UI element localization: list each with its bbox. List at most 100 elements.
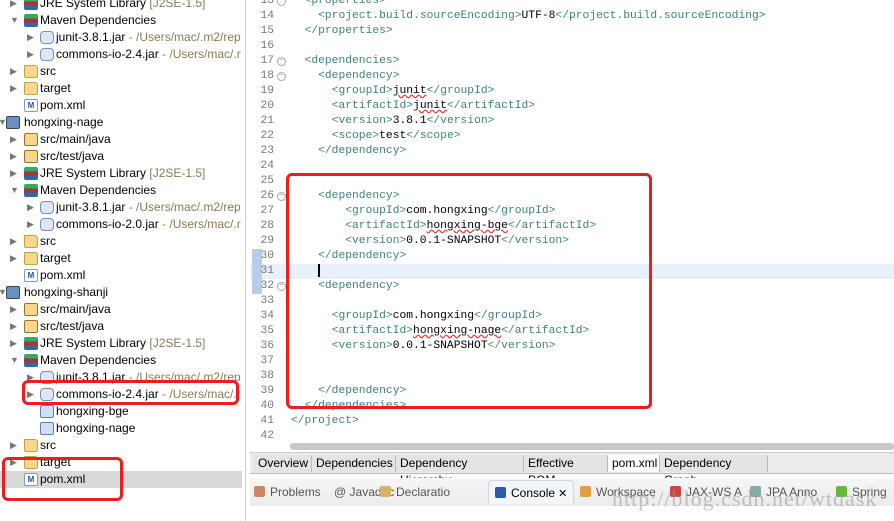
fold-toggle-icon[interactable]: − bbox=[277, 192, 286, 201]
tab-dependency-graph[interactable]: Dependency Graph bbox=[660, 455, 768, 487]
view-tab-spring[interactable]: Spring bbox=[836, 483, 887, 503]
tree-item[interactable]: ▶ commons-io-2.0.jar - /Users/mac/.r bbox=[0, 216, 242, 233]
view-tab-declaratio[interactable]: Declaratio bbox=[380, 483, 450, 503]
code-line[interactable]: 19 <groupId>junit</groupId> bbox=[250, 84, 894, 99]
code-line[interactable]: 27 <groupId>com.hongxing</groupId> bbox=[250, 204, 894, 219]
collapsed-arrow-icon[interactable]: ▶ bbox=[10, 301, 20, 318]
code-line[interactable]: 28 <artifactId>hongxing-bge</artifactId> bbox=[250, 219, 894, 234]
code-line[interactable]: 15 </properties> bbox=[250, 24, 894, 39]
tab-dependency-hierarchy[interactable]: Dependency Hierarchy bbox=[396, 455, 524, 487]
collapsed-arrow-icon[interactable]: ▶ bbox=[10, 318, 20, 335]
tree-item[interactable]: ▼ Maven Dependencies bbox=[0, 182, 242, 199]
expanded-arrow-icon[interactable]: ▼ bbox=[10, 12, 20, 29]
tree-item[interactable]: ▶ src/main/java bbox=[0, 131, 242, 148]
collapsed-arrow-icon[interactable]: ▶ bbox=[10, 80, 20, 97]
horizontal-scrollbar[interactable] bbox=[290, 443, 894, 450]
tab-dependencies[interactable]: Dependencies bbox=[312, 455, 396, 472]
tab-overview[interactable]: Overview bbox=[254, 455, 312, 472]
expanded-arrow-icon[interactable]: ▼ bbox=[10, 352, 20, 369]
tab-effective-pom[interactable]: Effective POM bbox=[524, 455, 608, 487]
tree-item[interactable]: ▼hongxing-nage bbox=[0, 114, 242, 131]
code-line[interactable]: 36 <version>0.0.1-SNAPSHOT</version> bbox=[250, 339, 894, 354]
collapsed-arrow-icon[interactable]: ▶ bbox=[27, 369, 37, 386]
tree-item[interactable]: ▼ Maven Dependencies bbox=[0, 352, 242, 369]
view-tab-workspace[interactable]: Workspace bbox=[580, 483, 656, 503]
view-tab-console[interactable]: Console ✕ bbox=[488, 480, 575, 504]
tree-item[interactable]: ▶ src/main/java bbox=[0, 301, 242, 318]
code-line[interactable]: 41 </project> bbox=[250, 414, 894, 429]
collapsed-arrow-icon[interactable]: ▶ bbox=[10, 454, 20, 471]
collapsed-arrow-icon[interactable]: ▶ bbox=[10, 165, 20, 182]
code-line[interactable]: 37 bbox=[250, 354, 894, 369]
tree-item[interactable]: Mpom.xml bbox=[0, 97, 242, 114]
tree-item[interactable]: ▶ src bbox=[0, 437, 242, 454]
code-line[interactable]: 26− <dependency> bbox=[250, 189, 894, 204]
code-line[interactable]: 35 <artifactId>hongxing-nage</artifactId… bbox=[250, 324, 894, 339]
code-line[interactable]: 22 <scope>test</scope> bbox=[250, 129, 894, 144]
tree-item[interactable]: ▼hongxing-shanji bbox=[0, 284, 242, 301]
tree-item[interactable]: ▶ target bbox=[0, 80, 242, 97]
tree-item[interactable]: ▶ junit-3.8.1.jar - /Users/mac/.m2/rep bbox=[0, 369, 242, 386]
collapsed-arrow-icon[interactable]: ▶ bbox=[27, 386, 37, 403]
collapsed-arrow-icon[interactable]: ▶ bbox=[27, 199, 37, 216]
collapsed-arrow-icon[interactable]: ▶ bbox=[10, 233, 20, 250]
code-line[interactable]: 14 <project.build.sourceEncoding>UTF-8</… bbox=[250, 9, 894, 24]
tab-pom-xml[interactable]: pom.xml bbox=[608, 455, 660, 472]
fold-toggle-icon[interactable]: − bbox=[277, 72, 286, 81]
tree-item[interactable]: ▶ junit-3.8.1.jar - /Users/mac/.m2/rep bbox=[0, 29, 242, 46]
collapsed-arrow-icon[interactable]: ▶ bbox=[27, 29, 37, 46]
code-line[interactable]: 40 </dependencies> bbox=[250, 399, 894, 414]
view-tab-jpa-anno[interactable]: JPA Anno bbox=[750, 483, 817, 503]
collapsed-arrow-icon[interactable]: ▶ bbox=[10, 0, 20, 12]
code-line[interactable]: 31 bbox=[250, 264, 894, 279]
view-tab-problems[interactable]: Problems bbox=[254, 483, 321, 503]
code-line[interactable]: 39 </dependency> bbox=[250, 384, 894, 399]
pom-xml-editor[interactable]: 13− <properties> 14 <project.build.source… bbox=[250, 0, 894, 452]
code-line[interactable]: 21 <version>3.8.1</version> bbox=[250, 114, 894, 129]
collapsed-arrow-icon[interactable]: ▶ bbox=[10, 335, 20, 352]
code-line[interactable]: 17− <dependencies> bbox=[250, 54, 894, 69]
tree-item[interactable]: hongxing-bge bbox=[0, 403, 242, 420]
tree-item[interactable]: ▶ commons-io-2.4.jar - /Users/mac/.r bbox=[0, 46, 242, 63]
code-line[interactable]: 30 </dependency> bbox=[250, 249, 894, 264]
code-line[interactable]: 32− <dependency> bbox=[250, 279, 894, 294]
tree-item[interactable]: ▶ src bbox=[0, 63, 242, 80]
code-line[interactable]: 29 <version>0.0.1-SNAPSHOT</version> bbox=[250, 234, 894, 249]
collapsed-arrow-icon[interactable]: ▶ bbox=[10, 250, 20, 267]
tree-item[interactable]: ▶ JRE System Library [J2SE-1.5] bbox=[0, 0, 242, 12]
code-line[interactable]: 34 <groupId>com.hongxing</groupId> bbox=[250, 309, 894, 324]
code-line[interactable]: 16 bbox=[250, 39, 894, 54]
code-line[interactable]: 20 <artifactId>junit</artifactId> bbox=[250, 99, 894, 114]
code-line[interactable]: 23 </dependency> bbox=[250, 144, 894, 159]
tree-item[interactable]: ▶ target bbox=[0, 454, 242, 471]
tree-item[interactable]: ▶ target bbox=[0, 250, 242, 267]
code-line[interactable]: 24 bbox=[250, 159, 894, 174]
close-icon[interactable]: ✕ bbox=[555, 488, 567, 500]
tree-item[interactable]: ▶ src/test/java bbox=[0, 148, 242, 165]
view-tab-jax-ws-a[interactable]: JAX-WS A bbox=[670, 483, 742, 503]
code-line[interactable]: 25 bbox=[250, 174, 894, 189]
code-line[interactable]: 18− <dependency> bbox=[250, 69, 894, 84]
tree-item[interactable]: ▶ src/test/java bbox=[0, 318, 242, 335]
tree-item[interactable]: Mpom.xml bbox=[0, 267, 242, 284]
code-line[interactable]: 38 bbox=[250, 369, 894, 384]
fold-toggle-icon[interactable]: − bbox=[277, 0, 286, 6]
fold-toggle-icon[interactable]: − bbox=[277, 57, 286, 66]
tree-item[interactable]: ▶ JRE System Library [J2SE-1.5] bbox=[0, 165, 242, 182]
fold-toggle-icon[interactable]: − bbox=[277, 282, 286, 291]
collapsed-arrow-icon[interactable]: ▶ bbox=[10, 437, 20, 454]
collapsed-arrow-icon[interactable]: ▶ bbox=[10, 63, 20, 80]
tree-item[interactable]: ▶ junit-3.8.1.jar - /Users/mac/.m2/rep bbox=[0, 199, 242, 216]
tree-item[interactable]: Mpom.xml bbox=[0, 471, 242, 488]
expanded-arrow-icon[interactable]: ▼ bbox=[10, 182, 20, 199]
tree-item[interactable]: hongxing-nage bbox=[0, 420, 242, 437]
tree-item[interactable]: ▶ src bbox=[0, 233, 242, 250]
code-line[interactable]: 33 bbox=[250, 294, 894, 309]
collapsed-arrow-icon[interactable]: ▶ bbox=[10, 131, 20, 148]
collapsed-arrow-icon[interactable]: ▶ bbox=[27, 216, 37, 233]
code-line[interactable]: 13− <properties> bbox=[250, 0, 894, 9]
tree-item[interactable]: ▶ commons-io-2.4.jar - /Users/mac/.r bbox=[0, 386, 242, 403]
collapsed-arrow-icon[interactable]: ▶ bbox=[27, 46, 37, 63]
collapsed-arrow-icon[interactable]: ▶ bbox=[10, 148, 20, 165]
tree-item[interactable]: ▶ JRE System Library [J2SE-1.5] bbox=[0, 335, 242, 352]
